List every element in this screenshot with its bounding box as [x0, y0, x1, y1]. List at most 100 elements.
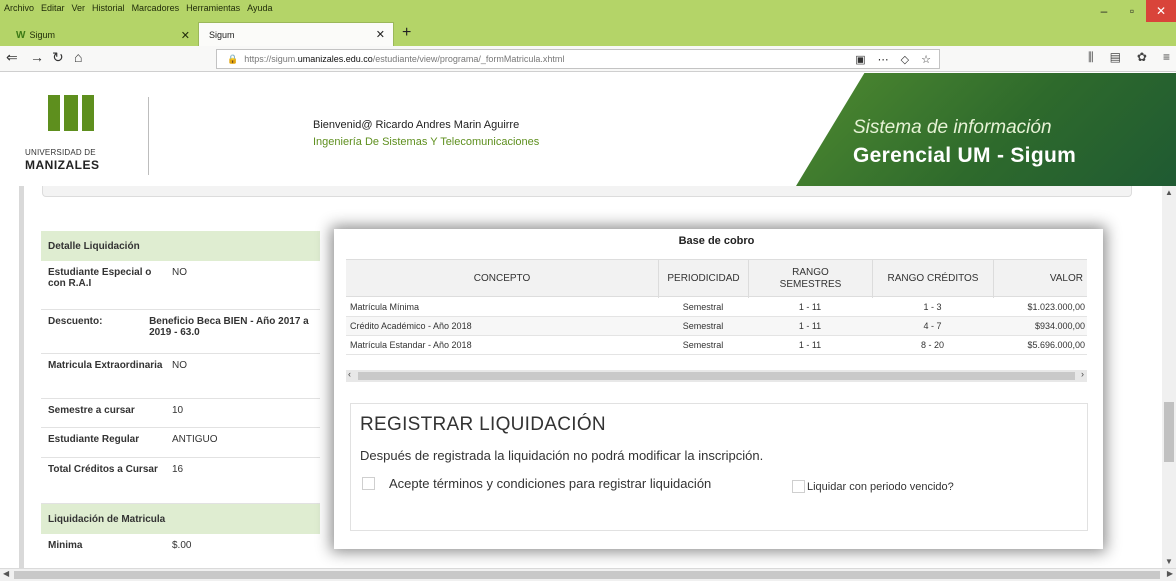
left-border	[19, 186, 24, 568]
back-arrow-icon[interactable]: ⇐	[6, 49, 18, 66]
scroll-down-icon[interactable]: ▼	[1165, 557, 1173, 566]
detail-value: NO	[172, 267, 187, 278]
home-icon[interactable]: ⌂	[74, 49, 82, 65]
system-banner: Sistema de información Gerencial UM - Si…	[796, 73, 1176, 186]
detail-label: Total Créditos a Cursar	[48, 464, 158, 475]
tab-close-icon[interactable]: ✕	[181, 29, 190, 42]
url-bar[interactable]: 🔒 https://sigum. umanizales.edu.co/estudi…	[216, 49, 940, 69]
cell-rango-creditos: 8 - 20	[920, 340, 944, 350]
table-row: Crédito Académico - Año 2018 Semestral 1…	[346, 317, 1087, 336]
detail-row: Descuento: Beneficio Beca BIEN - Año 201…	[41, 310, 320, 354]
table-row: Matrícula Estandar - Año 2018 Semestral …	[346, 336, 1087, 355]
tab-title: Sigum	[29, 30, 55, 40]
menu-ver[interactable]: Ver	[72, 3, 86, 13]
forward-arrow-icon[interactable]: →	[30, 49, 44, 65]
library-icon[interactable]: ⫼	[1088, 50, 1094, 65]
table-header: CONCEPTO PERIODICIDAD RANGO SEMESTRES RA…	[346, 259, 1087, 298]
column-header-concepto: CONCEPTO	[473, 273, 531, 284]
cell-periodicidad: Semestral	[682, 302, 724, 312]
expired-period-checkbox[interactable]: Liquidar con periodo vencido?	[792, 480, 954, 493]
logo-text-line2: MANIZALES	[25, 158, 100, 172]
university-logo-icon	[48, 95, 94, 131]
scrollbar-thumb[interactable]	[1164, 402, 1174, 462]
checkbox-box[interactable]	[362, 477, 375, 490]
browser-menubar: Archivo Editar Ver Historial Marcadores …	[4, 3, 272, 13]
menu-archivo[interactable]: Archivo	[4, 3, 34, 13]
table-title: Base de cobro	[678, 235, 755, 247]
tab-sigum-1[interactable]: W Sigum ✕	[2, 24, 198, 46]
page-vertical-scrollbar[interactable]: ▲ ▼	[1162, 186, 1176, 568]
url-prefix: https://sigum.	[244, 54, 298, 64]
cell-rango-creditos: 4 - 7	[923, 321, 942, 331]
tab-close-icon[interactable]: ✕	[376, 28, 385, 41]
detail-row: Total Créditos a Cursar 16	[41, 458, 320, 504]
detail-row: Estudiante Regular ANTIGUO	[41, 428, 320, 458]
register-title: REGISTRAR LIQUIDACIÓN	[360, 414, 606, 435]
scroll-left-icon[interactable]: ‹	[348, 369, 351, 379]
banner-title: Gerencial UM - Sigum	[853, 144, 1077, 167]
browser-titlebar: Archivo Editar Ver Historial Marcadores …	[0, 0, 1176, 46]
maximize-button[interactable]: ▫	[1118, 0, 1146, 22]
menu-historial[interactable]: Historial	[92, 3, 125, 13]
logo-text-line1: UNIVERSIDAD DE	[25, 148, 96, 157]
table-horizontal-scrollbar[interactable]: ‹ ›	[346, 369, 1087, 382]
liquidation-section-title: Liquidación de Matricula	[41, 504, 320, 534]
detail-label: Estudiante Especial o con R.A.I	[48, 267, 152, 289]
hamburger-menu-icon[interactable]: ≡	[1163, 50, 1170, 65]
scrollbar-thumb[interactable]	[358, 372, 1075, 380]
detail-row: Minima $.00	[41, 534, 320, 557]
program-name: Ingeniería De Sistemas Y Telecomunicacio…	[313, 136, 540, 148]
browser-toolbar-right: ⫼ ▤ ✿ ≡	[1088, 50, 1170, 65]
scroll-up-icon[interactable]: ▲	[1165, 188, 1173, 197]
url-domain: umanizales.edu.co	[297, 54, 373, 64]
menu-editar[interactable]: Editar	[41, 3, 65, 13]
cell-periodicidad: Semestral	[682, 340, 724, 350]
minimize-button[interactable]: –	[1090, 0, 1118, 22]
cell-valor: $934.000,00	[1034, 321, 1085, 331]
scroll-right-icon[interactable]: ▶	[1167, 569, 1173, 578]
column-header-periodicidad: PERIODICIDAD	[658, 260, 748, 298]
sidebar-icon[interactable]: ▤	[1110, 50, 1121, 65]
window-controls: – ▫ ✕	[1090, 0, 1176, 22]
menu-marcadores[interactable]: Marcadores	[132, 3, 180, 13]
extension-icon[interactable]: ✿	[1137, 50, 1147, 65]
more-actions-icon[interactable]: ⋯	[878, 53, 889, 66]
page-horizontal-scrollbar[interactable]: ◀ ▶	[0, 568, 1176, 581]
pocket-icon[interactable]: ◇	[901, 53, 909, 66]
new-tab-plus-icon[interactable]: +	[402, 24, 411, 42]
scroll-right-icon[interactable]: ›	[1081, 369, 1084, 379]
menu-ayuda[interactable]: Ayuda	[247, 3, 272, 13]
table-row: Matrícula Mínima Semestral 1 - 11 1 - 3 …	[346, 298, 1087, 317]
banner-subtitle: Sistema de información	[853, 117, 1052, 138]
cell-rango-semestres: 1 - 11	[798, 340, 822, 350]
cell-concepto: Crédito Académico - Año 2018	[350, 321, 472, 331]
bookmark-star-icon[interactable]: ☆	[921, 53, 931, 66]
close-window-button[interactable]: ✕	[1146, 0, 1176, 22]
cell-concepto: Matrícula Mínima	[350, 302, 420, 312]
scroll-left-icon[interactable]: ◀	[3, 569, 9, 578]
detail-label: Matricula Extraordinaria	[48, 360, 163, 371]
cell-valor: $5.696.000,00	[1027, 340, 1085, 350]
detail-value: 10	[172, 405, 184, 416]
scrollbar-thumb[interactable]	[14, 571, 1160, 579]
cell-rango-semestres: 1 - 11	[798, 302, 822, 312]
menu-herramientas[interactable]: Herramientas	[186, 3, 240, 13]
column-header-rango-creditos: RANGO CRÉDITOS	[872, 260, 993, 298]
checkbox-box[interactable]	[792, 480, 805, 493]
welcome-text: Bienvenid@ Ricardo Andres Marin Aguirre	[313, 119, 520, 131]
detail-value: NO	[172, 360, 187, 371]
tab-sigum-2-active[interactable]: Sigum ✕	[198, 22, 394, 46]
expired-period-label: Liquidar con periodo vencido?	[807, 480, 954, 493]
header-divider	[148, 97, 149, 175]
column-header-valor: VALOR	[993, 260, 1087, 298]
detail-label: Descuento:	[48, 316, 103, 327]
accept-terms-checkbox[interactable]: Acepte términos y condiciones para regis…	[362, 476, 711, 491]
cell-rango-semestres: 1 - 11	[798, 321, 822, 331]
top-panel-strip	[42, 186, 1132, 197]
favicon-icon: W	[16, 29, 26, 41]
cell-valor: $1.023.000,00	[1027, 302, 1085, 312]
detail-label: Minima	[48, 540, 83, 551]
reader-view-icon[interactable]: ▣	[855, 53, 865, 66]
reload-icon[interactable]: ↻	[52, 49, 64, 66]
detail-value: ANTIGUO	[172, 434, 218, 445]
